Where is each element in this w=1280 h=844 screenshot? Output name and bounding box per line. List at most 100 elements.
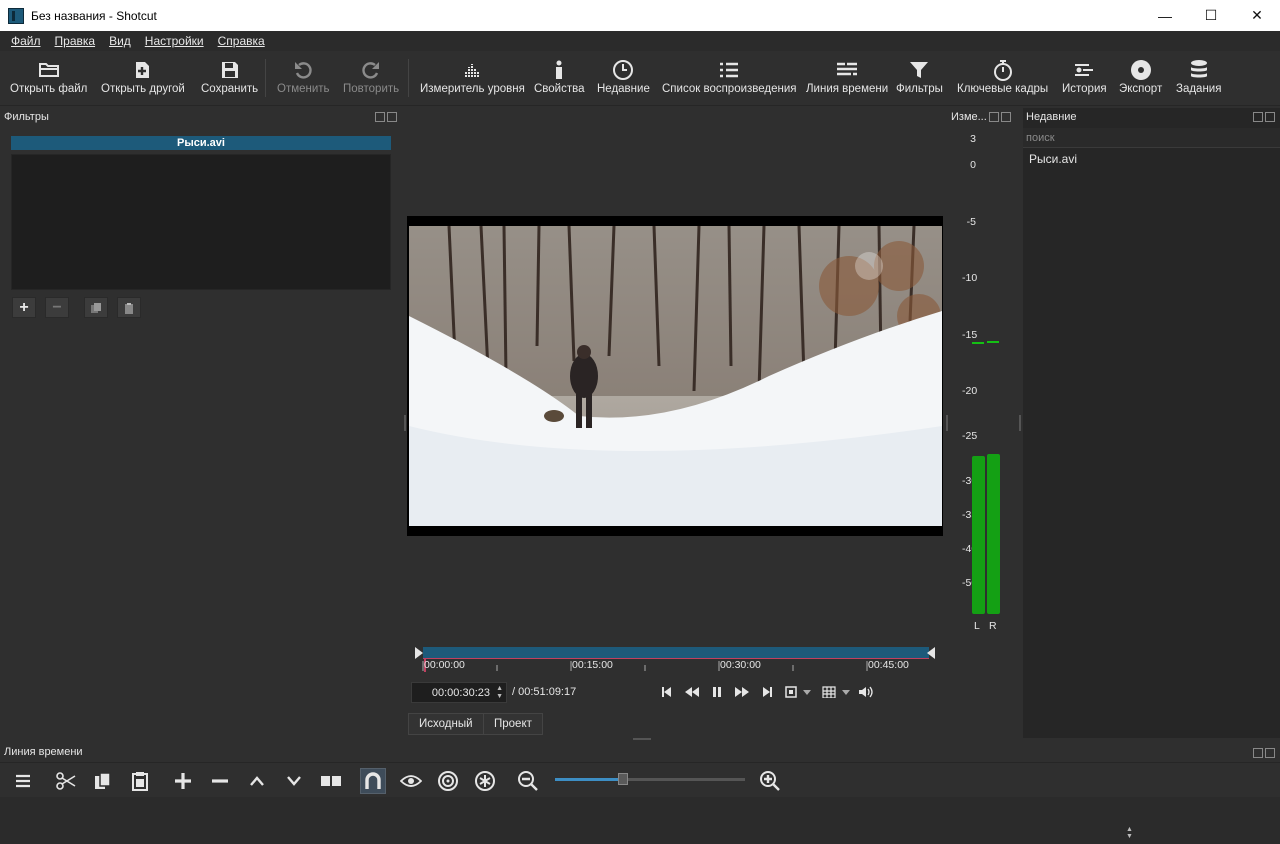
ripple-all-button[interactable] xyxy=(472,768,498,794)
ripple-button[interactable] xyxy=(435,768,461,794)
menu-file[interactable]: Файл xyxy=(4,34,48,48)
open-file-button[interactable]: Открыть файл xyxy=(10,57,87,103)
splitter-handle[interactable] xyxy=(946,415,948,431)
peak-meter-button[interactable]: Измеритель уровня xyxy=(420,57,525,103)
float-panel-icon[interactable] xyxy=(1253,112,1263,122)
properties-button[interactable]: Свойства xyxy=(534,57,585,103)
timeline-icon xyxy=(836,57,858,83)
recent-search-input[interactable]: поиск xyxy=(1023,128,1280,148)
playlist-label: Список воспроизведения xyxy=(662,83,797,95)
split-button[interactable] xyxy=(318,768,344,794)
open-file-label: Открыть файл xyxy=(10,83,88,95)
video-frame-image xyxy=(409,226,942,526)
history-button[interactable]: История xyxy=(1062,57,1107,103)
undo-button[interactable]: Отменить xyxy=(277,57,330,103)
minimize-button[interactable]: — xyxy=(1142,0,1188,31)
timeline-button[interactable]: Линия времени xyxy=(806,57,888,103)
lift-button[interactable] xyxy=(244,768,270,794)
menu-edit[interactable]: Правка xyxy=(48,34,103,48)
playlist-button[interactable]: Список воспроизведения xyxy=(662,57,797,103)
remove-button[interactable] xyxy=(207,768,233,794)
grid-button[interactable] xyxy=(820,683,854,701)
export-button[interactable]: Экспорт xyxy=(1119,57,1162,103)
cut-button[interactable] xyxy=(53,768,79,794)
zoom-in-button[interactable] xyxy=(757,768,783,794)
paste-button[interactable] xyxy=(127,768,153,794)
tab-source[interactable]: Исходный xyxy=(408,713,484,735)
toolbar-separator xyxy=(265,59,266,97)
timeline-menu-button[interactable] xyxy=(10,768,36,794)
filters-button[interactable]: Фильтры xyxy=(896,57,943,103)
snap-button[interactable] xyxy=(360,768,386,794)
copy-button[interactable] xyxy=(90,768,116,794)
timeline-label: Линия времени xyxy=(806,83,889,95)
recent-dock-buttons xyxy=(1253,112,1275,122)
timeline-tracks-area[interactable] xyxy=(0,797,1280,844)
save-button[interactable]: Сохранить xyxy=(201,57,258,103)
float-panel-icon[interactable] xyxy=(375,112,385,122)
history-label: История xyxy=(1062,83,1107,95)
zoom-player-button[interactable] xyxy=(782,683,816,701)
folder-icon xyxy=(38,57,60,83)
recent-label: Недавние xyxy=(597,83,650,95)
recent-list-item[interactable]: Рыси.avi xyxy=(1029,152,1077,166)
tab-project[interactable]: Проект xyxy=(483,713,543,735)
meter-bar-right xyxy=(987,454,1000,614)
close-panel-icon[interactable] xyxy=(1265,748,1275,758)
scrub-drag-button[interactable] xyxy=(398,768,424,794)
copy-filter-button[interactable] xyxy=(84,297,108,318)
filter-clip-name: Рыси.avi xyxy=(11,136,391,150)
open-other-button[interactable]: Открыть другой xyxy=(101,57,185,103)
zoom-in-icon xyxy=(760,771,780,791)
remove-filter-button[interactable]: − xyxy=(45,297,69,318)
meter-scale-label: -10 xyxy=(962,272,978,284)
recent-button[interactable]: Недавние xyxy=(597,57,650,103)
hamburger-icon xyxy=(16,774,30,788)
copy-icon xyxy=(91,302,101,313)
splitter-handle[interactable] xyxy=(1019,415,1021,431)
volume-button[interactable] xyxy=(856,683,876,701)
redo-button[interactable]: Повторить xyxy=(343,57,399,103)
splitter-handle[interactable] xyxy=(404,415,406,431)
jobs-button[interactable]: Задания xyxy=(1176,57,1221,103)
plus-icon xyxy=(175,773,191,789)
zoom-slider-handle[interactable] xyxy=(618,773,629,785)
menu-settings[interactable]: Настройки xyxy=(138,34,211,48)
close-panel-icon[interactable] xyxy=(1001,112,1011,122)
eye-icon xyxy=(400,775,422,787)
current-timecode-field[interactable]: 00:00:30:23 ▲ ▼ xyxy=(411,682,507,703)
meter-channel-left: L xyxy=(974,620,980,632)
filter-list[interactable] xyxy=(11,154,391,290)
float-panel-icon[interactable] xyxy=(1253,748,1263,758)
undo-icon xyxy=(293,57,313,83)
maximize-button[interactable]: ☐ xyxy=(1188,0,1234,31)
timecode-spin-icon[interactable]: ▲ ▼ xyxy=(496,685,503,701)
clock-icon xyxy=(612,57,634,83)
menu-help[interactable]: Справка xyxy=(211,34,272,48)
zoom-out-button[interactable] xyxy=(515,768,541,794)
export-label: Экспорт xyxy=(1119,83,1163,95)
skip-to-end-button[interactable] xyxy=(757,683,777,701)
shotcut-app-icon xyxy=(8,7,24,24)
skip-to-start-button[interactable] xyxy=(657,683,677,701)
close-panel-icon[interactable] xyxy=(1265,112,1275,122)
funnel-icon xyxy=(909,57,929,83)
overwrite-button[interactable] xyxy=(281,768,307,794)
redo-label: Повторить xyxy=(343,83,400,95)
menu-view[interactable]: Вид xyxy=(102,34,138,48)
clipboard-icon xyxy=(132,772,148,791)
float-panel-icon[interactable] xyxy=(989,112,999,122)
scrubber[interactable]: 00:00:00 00:15:00 00:30:00 00:45:00 xyxy=(415,645,935,673)
close-button[interactable]: ✕ xyxy=(1234,0,1280,31)
rewind-button[interactable] xyxy=(682,683,702,701)
fast-forward-button[interactable] xyxy=(732,683,752,701)
main-toolbar: Открыть файл Открыть другой Сохранить От… xyxy=(0,51,1280,106)
paste-filter-button[interactable] xyxy=(117,297,141,318)
timeline-scroll-spin-icon[interactable]: ▲ ▼ xyxy=(1126,826,1133,840)
splitter-handle[interactable] xyxy=(633,738,651,740)
append-button[interactable] xyxy=(170,768,196,794)
keyframes-button[interactable]: Ключевые кадры xyxy=(957,57,1048,103)
add-filter-button[interactable]: + xyxy=(12,297,36,318)
close-panel-icon[interactable] xyxy=(387,112,397,122)
pause-button[interactable] xyxy=(707,683,727,701)
